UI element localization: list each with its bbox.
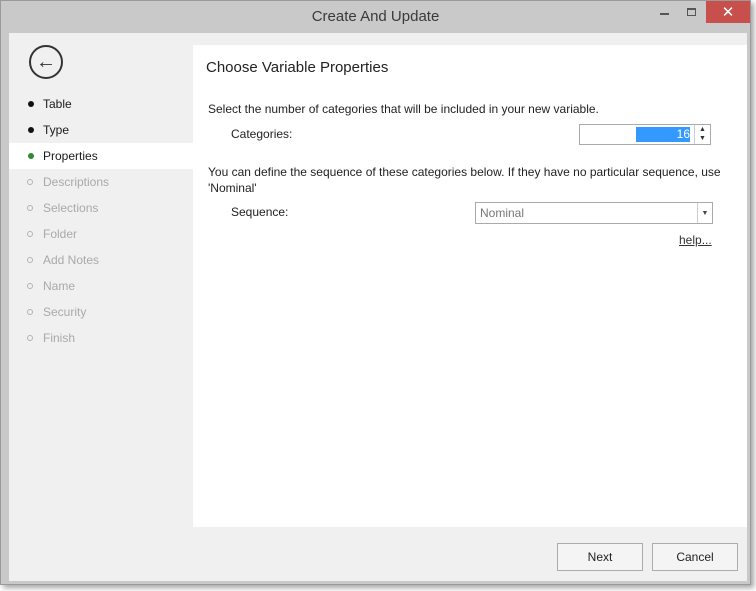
step-bullet-icon xyxy=(27,179,33,185)
categories-value[interactable]: 16 xyxy=(636,127,690,142)
next-button[interactable]: Next xyxy=(557,543,643,571)
step-label: Descriptions xyxy=(43,175,110,189)
step-label: Table xyxy=(43,97,72,111)
step-descriptions: Descriptions xyxy=(9,169,193,195)
step-bullet-icon xyxy=(27,205,33,211)
title-bar: Create And Update ✕ xyxy=(1,1,750,33)
step-selections: Selections xyxy=(9,195,193,221)
dialog-body: ← Table Type Properties Descriptions Sel… xyxy=(9,33,747,581)
step-finish: Finish xyxy=(9,325,193,351)
back-arrow-icon: ← xyxy=(36,51,56,73)
step-label: Add Notes xyxy=(43,253,100,267)
chevron-down-icon: ▼ xyxy=(697,203,712,223)
step-label: Folder xyxy=(43,227,78,241)
step-folder: Folder xyxy=(9,221,193,247)
back-button[interactable]: ← xyxy=(29,45,63,79)
step-bullet-icon xyxy=(27,283,33,289)
step-name: Name xyxy=(9,273,193,299)
cancel-button[interactable]: Cancel xyxy=(652,543,738,571)
maximize-button[interactable] xyxy=(678,1,704,23)
step-label: Finish xyxy=(43,331,76,345)
window-title: Create And Update xyxy=(311,8,440,25)
maximize-icon xyxy=(686,8,696,16)
sequence-dropdown[interactable]: Nominal ▼ xyxy=(475,202,713,224)
wizard-steps: Table Type Properties Descriptions Selec… xyxy=(9,91,193,351)
categories-label: Categories: xyxy=(231,127,293,141)
step-bullet-icon xyxy=(27,231,33,237)
step-label: Type xyxy=(43,123,70,137)
categories-stepper[interactable]: 16 ▲ ▼ xyxy=(579,124,711,145)
help-link[interactable]: help... xyxy=(679,233,712,247)
step-bullet-icon xyxy=(28,101,34,107)
step-label: Security xyxy=(43,305,87,319)
step-label: Properties xyxy=(43,149,98,163)
step-label: Name xyxy=(43,279,76,293)
wizard-sidebar: ← Table Type Properties Descriptions Sel… xyxy=(9,33,193,527)
dialog-window: Create And Update ✕ ← Table Type Propert… xyxy=(0,0,751,585)
step-bullet-icon xyxy=(27,309,33,315)
step-bullet-icon xyxy=(27,335,33,341)
sequence-label: Sequence: xyxy=(231,205,289,219)
page-title: Choose Variable Properties xyxy=(206,59,389,76)
step-type[interactable]: Type xyxy=(9,117,193,143)
step-bullet-icon xyxy=(28,127,34,133)
sequence-intro-text: You can define the sequence of these cat… xyxy=(208,165,721,195)
spin-buttons: ▲ ▼ xyxy=(694,125,710,144)
sequence-selected-value: Nominal xyxy=(480,206,525,220)
spin-down-icon[interactable]: ▼ xyxy=(695,134,710,143)
close-button[interactable]: ✕ xyxy=(706,1,750,23)
minimize-icon xyxy=(659,13,669,15)
minimize-button[interactable] xyxy=(651,1,677,23)
step-table[interactable]: Table xyxy=(9,91,193,117)
close-icon: ✕ xyxy=(721,4,735,21)
spin-up-icon[interactable]: ▲ xyxy=(695,125,710,134)
step-label: Selections xyxy=(43,201,99,215)
properties-panel: Choose Variable Properties Select the nu… xyxy=(193,45,747,527)
step-properties[interactable]: Properties xyxy=(9,143,193,169)
dialog-footer: Next Cancel xyxy=(9,527,747,581)
categories-intro-text: Select the number of categories that wil… xyxy=(208,102,599,116)
step-bullet-icon xyxy=(28,153,34,159)
step-add-notes: Add Notes xyxy=(9,247,193,273)
step-bullet-icon xyxy=(27,257,33,263)
step-security: Security xyxy=(9,299,193,325)
